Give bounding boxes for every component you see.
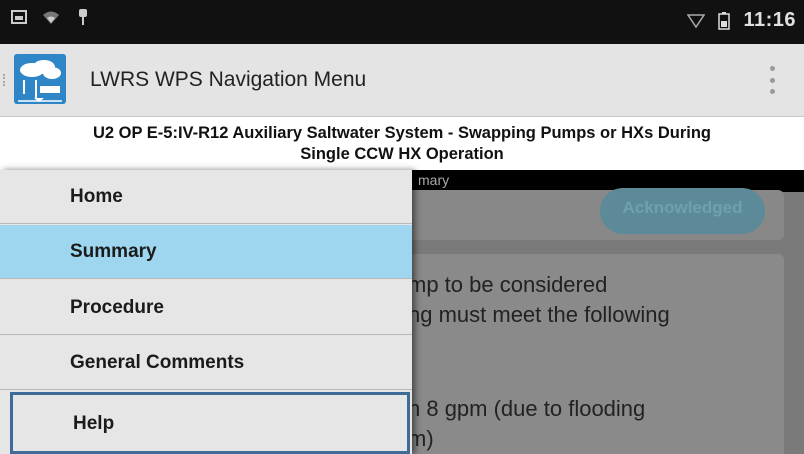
app-logo[interactable] <box>14 54 66 104</box>
overflow-dot <box>769 66 775 71</box>
nav-item-summary[interactable]: Summary <box>0 225 412 279</box>
procedure-title: U2 OP E-5:IV-R12 Auxiliary Saltwater Sys… <box>0 118 804 170</box>
status-right: 11:16 <box>687 9 796 32</box>
app-bar: LWRS WPS Navigation Menu <box>0 44 804 117</box>
app-title: LWRS WPS Navigation Menu <box>90 68 367 91</box>
battery-icon <box>715 11 733 30</box>
signal-icon <box>687 13 706 29</box>
procedure-title-line2: Single CCW HX Operation <box>300 145 504 163</box>
overflow-dot <box>769 89 775 94</box>
nav-item-help[interactable]: Help <box>10 392 410 454</box>
content-line: mp to be considered <box>408 272 608 297</box>
navigation-drawer: Home Summary Procedure General Comments … <box>0 170 412 454</box>
content-line: ng must meet the following <box>408 302 670 327</box>
image-icon <box>10 9 28 25</box>
status-bar: 11:16 <box>0 0 804 44</box>
status-time: 11:16 <box>743 9 796 31</box>
overflow-dot <box>769 77 775 83</box>
content-header-text: mary <box>418 172 450 188</box>
drawer-grip-icon[interactable] <box>3 74 8 86</box>
usb-icon <box>74 9 92 25</box>
status-left-icons <box>10 9 92 25</box>
nav-item-general-comments[interactable]: General Comments <box>0 336 412 390</box>
content-line: n 8 gpm (due to flooding <box>408 396 646 421</box>
overflow-menu-icon[interactable] <box>762 62 782 98</box>
wifi-icon <box>42 9 60 25</box>
procedure-title-line1: U2 OP E-5:IV-R12 Auxiliary Saltwater Sys… <box>92 124 711 142</box>
nav-item-procedure[interactable]: Procedure <box>0 281 412 335</box>
nav-item-home[interactable]: Home <box>0 170 412 224</box>
acknowledge-button[interactable]: Acknowledged <box>600 188 765 234</box>
